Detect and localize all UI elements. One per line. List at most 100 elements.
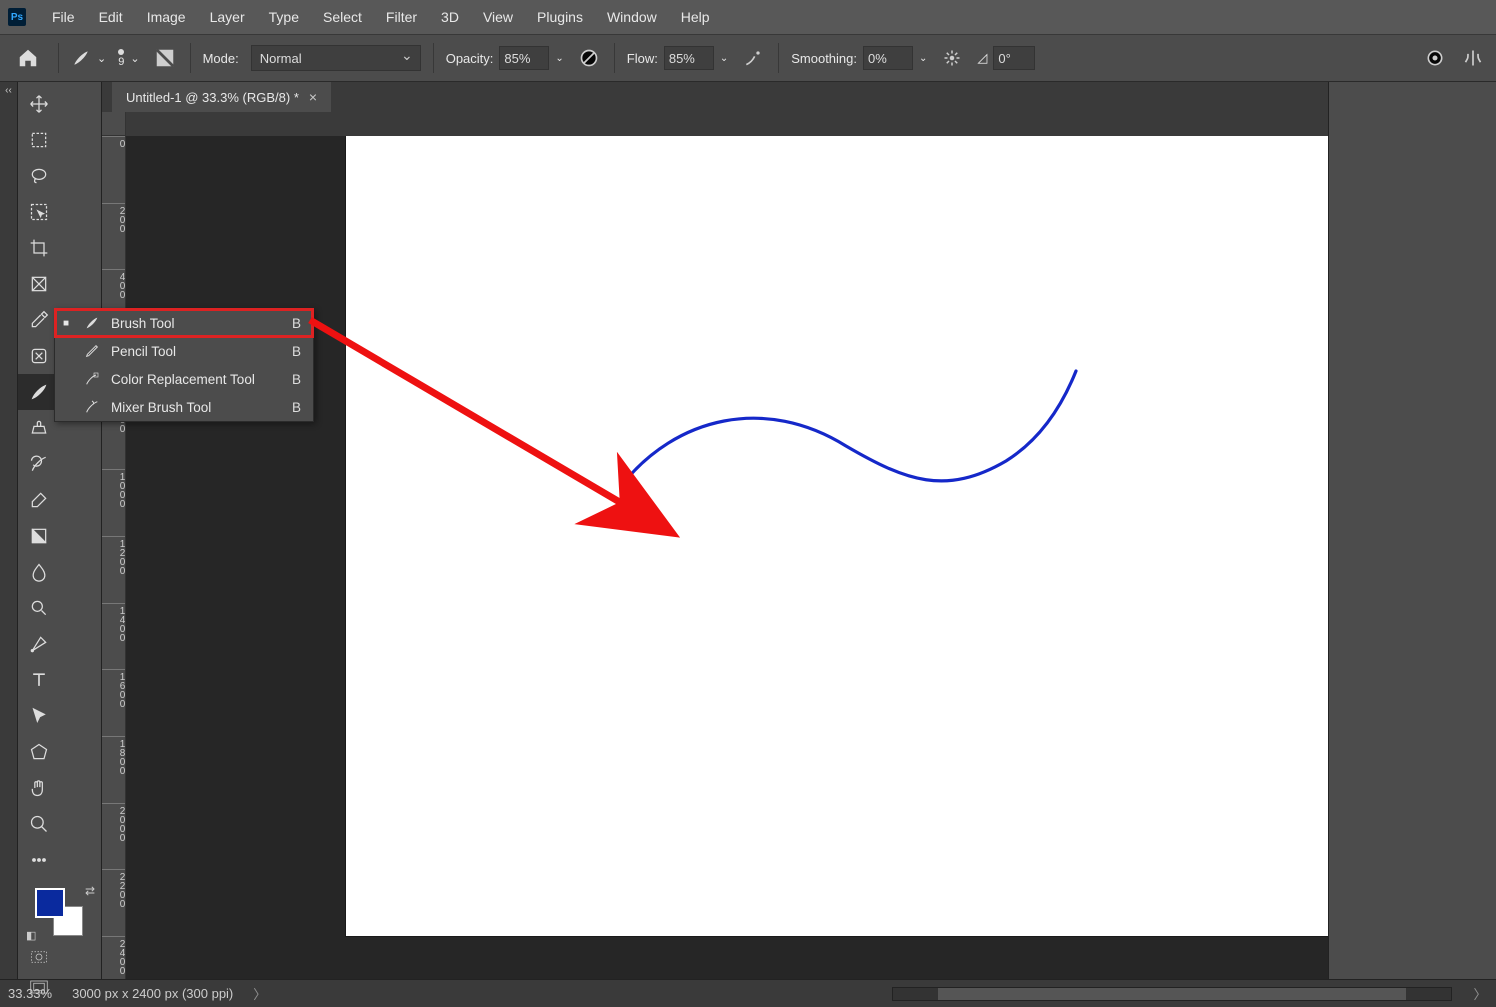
quickmask-toggle[interactable] (18, 942, 60, 972)
move-tool[interactable] (18, 86, 60, 122)
frame-tool[interactable] (18, 266, 60, 302)
object-select-tool[interactable] (18, 194, 60, 230)
menu-select[interactable]: Select (311, 0, 374, 34)
opacity-input[interactable] (499, 46, 549, 70)
type-tool[interactable] (18, 662, 60, 698)
smoothing-input[interactable] (863, 46, 913, 70)
horizontal-scrollbar[interactable] (892, 987, 1452, 1001)
collapsed-panel-strip[interactable]: ‹‹ (0, 82, 18, 979)
brush-preset-picker[interactable]: 9 ⌄ (118, 49, 139, 67)
brush-size-value: 9 (118, 57, 124, 67)
tools-panel: ⇄ ◧ (18, 82, 102, 979)
status-bar: 33.33% 3000 px x 2400 px (300 ppi) 〉 〉 (0, 979, 1496, 1007)
brush-stroke (346, 136, 1328, 936)
ruler-corner (102, 112, 126, 136)
flyout-color-replacement-tool[interactable]: Color Replacement Tool B (55, 365, 313, 393)
dodge-tool[interactable] (18, 590, 60, 626)
shape-tool[interactable] (18, 734, 60, 770)
angle-icon: ◿ (977, 50, 987, 66)
gradient-tool[interactable] (18, 518, 60, 554)
menu-filter[interactable]: Filter (374, 0, 429, 34)
menu-3d[interactable]: 3D (429, 0, 471, 34)
flow-label: Flow: (627, 51, 658, 66)
divider (190, 43, 191, 73)
blend-mode-select[interactable]: Normal (251, 45, 421, 71)
flyout-pencil-tool[interactable]: Pencil Tool B (55, 337, 313, 365)
angle-input[interactable] (993, 46, 1035, 70)
document-tab-bar: Untitled-1 @ 33.3% (RGB/8) * × (102, 82, 1328, 112)
smoothing-options-button[interactable] (939, 45, 965, 71)
ruler-tick: 200 (102, 203, 126, 233)
tool-preset-picker[interactable]: ⌄ (71, 48, 106, 68)
ruler-tick: 1400 (102, 603, 126, 642)
ruler-tick: 2400 (102, 936, 126, 975)
airbrush-toggle[interactable] (740, 45, 766, 71)
mode-label: Mode: (203, 51, 239, 66)
right-panel-area (1328, 82, 1496, 979)
ruler-tick: 1000 (102, 469, 126, 508)
ruler-tick: 400 (102, 269, 126, 299)
smoothing-label: Smoothing: (791, 51, 857, 66)
info-chevron-icon[interactable]: 〉 (253, 984, 266, 1003)
zoom-tool[interactable] (18, 806, 60, 842)
document-info[interactable]: 3000 px x 2400 px (300 ppi) (72, 986, 233, 1001)
ruler-tick: 2000 (102, 803, 126, 842)
menu-window[interactable]: Window (595, 0, 669, 34)
options-bar: ⌄ 9 ⌄ Mode: Normal Opacity: ⌄ Flow: ⌄ Sm… (0, 34, 1496, 82)
zoom-level[interactable]: 33.33% (8, 986, 52, 1001)
divider (433, 43, 434, 73)
app-logo: Ps (8, 8, 26, 26)
crop-tool[interactable] (18, 230, 60, 266)
home-button[interactable] (10, 43, 46, 73)
opacity-pressure-toggle[interactable] (576, 45, 602, 71)
pencil-icon (83, 343, 101, 359)
menu-type[interactable]: Type (257, 0, 311, 34)
document-title: Untitled-1 @ 33.3% (RGB/8) * (126, 90, 299, 105)
brush-settings-toggle[interactable] (152, 45, 178, 71)
divider (58, 43, 59, 73)
brush-tool-flyout: ■ Brush Tool B Pencil Tool B Color Repla… (54, 308, 314, 422)
path-select-tool[interactable] (18, 698, 60, 734)
hand-tool[interactable] (18, 770, 60, 806)
opacity-label: Opacity: (446, 51, 494, 66)
canvas[interactable] (346, 136, 1328, 936)
menu-layer[interactable]: Layer (198, 0, 257, 34)
marquee-tool[interactable] (18, 122, 60, 158)
brush-icon (83, 315, 101, 331)
flow-input[interactable] (664, 46, 714, 70)
menu-view[interactable]: View (471, 0, 525, 34)
menu-bar: Ps File Edit Image Layer Type Select Fil… (0, 0, 1496, 34)
symmetry-toggle[interactable] (1460, 45, 1486, 71)
flyout-mixer-brush-tool[interactable]: Mixer Brush Tool B (55, 393, 313, 421)
size-pressure-toggle[interactable] (1422, 45, 1448, 71)
default-colors-icon[interactable]: ◧ (26, 929, 36, 942)
lasso-tool[interactable] (18, 158, 60, 194)
history-brush-tool[interactable] (18, 446, 60, 482)
blur-tool[interactable] (18, 554, 60, 590)
document-area: Untitled-1 @ 33.3% (RGB/8) * × -600-400-… (102, 82, 1328, 979)
swap-colors-icon[interactable]: ⇄ (85, 884, 95, 898)
ruler-tick: 2200 (102, 869, 126, 908)
ruler-tick: 1200 (102, 536, 126, 575)
close-tab-icon[interactable]: × (309, 89, 317, 105)
vertical-ruler[interactable]: 0200400600800100012001400160018002000220… (102, 136, 126, 979)
edit-toolbar-button[interactable] (18, 842, 60, 878)
menu-plugins[interactable]: Plugins (525, 0, 595, 34)
menu-image[interactable]: Image (135, 0, 198, 34)
color-replace-icon (83, 371, 101, 387)
flyout-brush-tool[interactable]: ■ Brush Tool B (55, 309, 313, 337)
color-swatches: ⇄ ◧ (18, 884, 101, 942)
scroll-right-icon[interactable]: 〉 (1472, 984, 1488, 1003)
divider (778, 43, 779, 73)
canvas-viewport[interactable] (126, 136, 1328, 979)
foreground-color-swatch[interactable] (35, 888, 65, 918)
mixer-brush-icon (83, 399, 101, 415)
eraser-tool[interactable] (18, 482, 60, 518)
document-tab[interactable]: Untitled-1 @ 33.3% (RGB/8) * × (112, 82, 331, 112)
selected-mark-icon: ■ (63, 318, 73, 329)
pen-tool[interactable] (18, 626, 60, 662)
menu-help[interactable]: Help (669, 0, 722, 34)
ruler-tick: 1600 (102, 669, 126, 708)
menu-file[interactable]: File (40, 0, 87, 34)
menu-edit[interactable]: Edit (87, 0, 135, 34)
